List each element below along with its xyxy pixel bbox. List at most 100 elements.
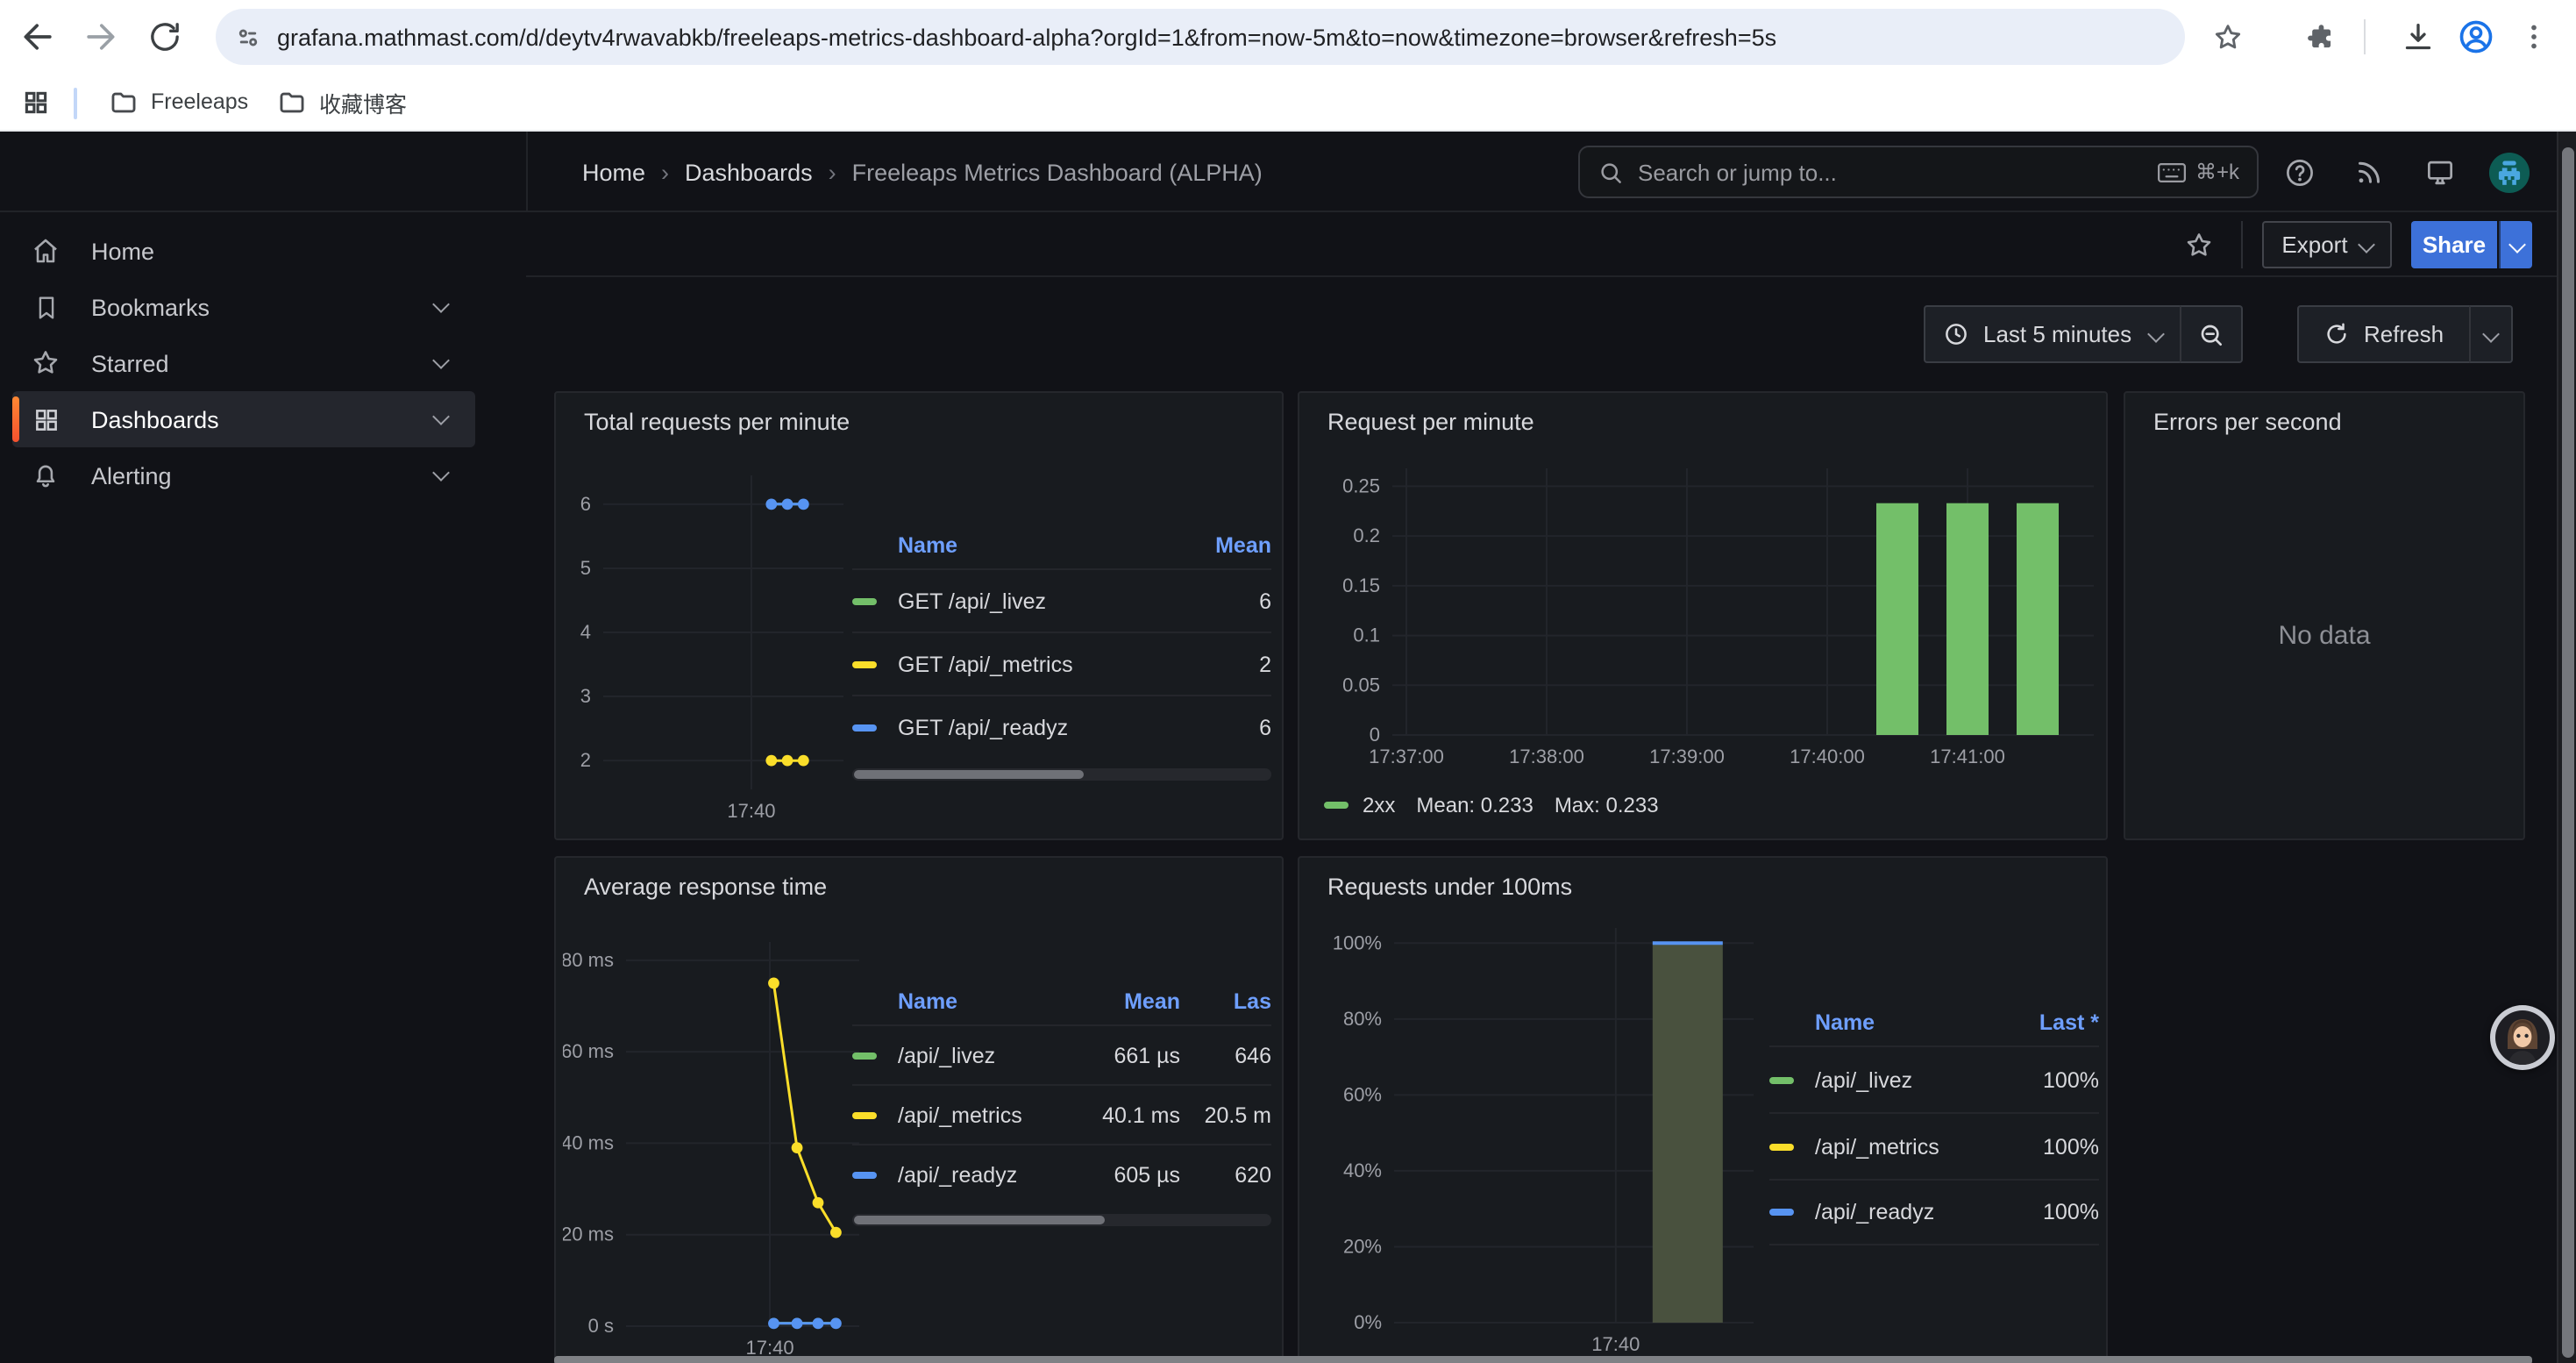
chevron-down-icon[interactable] — [432, 351, 450, 368]
legend-table: Name Mean Las /api/_livez 661 µs 646 /ap… — [852, 979, 1271, 1203]
column-mean[interactable]: Mean — [1173, 533, 1271, 558]
news-rss-icon[interactable] — [2348, 151, 2390, 193]
reload-icon[interactable] — [135, 7, 195, 67]
help-icon[interactable] — [2278, 151, 2320, 193]
legend-row[interactable]: /api/_livez 661 µs 646 — [852, 1024, 1271, 1084]
sidebar-item-starred[interactable]: Starred — [12, 335, 475, 391]
legend-row[interactable]: /api/_readyz 100% — [1769, 1179, 2099, 1245]
svg-text:6: 6 — [580, 493, 591, 515]
series-mean: 605 µs — [1075, 1162, 1180, 1187]
column-last[interactable]: Last * — [2004, 1010, 2099, 1035]
address-bar[interactable]: grafana.mathmast.com/d/deytv4rwavabkb/fr… — [216, 9, 2185, 65]
legend[interactable]: 2xx Mean: 0.233 Max: 0.233 — [1324, 793, 1659, 817]
dashboards-grid-icon — [30, 403, 61, 435]
floating-assistant-avatar[interactable] — [2490, 1005, 2555, 1070]
chevron-down-icon — [2146, 325, 2164, 343]
chevron-down-icon[interactable] — [432, 295, 450, 312]
legend-scrollbar[interactable] — [852, 1214, 1271, 1226]
share-menu-button[interactable] — [2499, 221, 2532, 268]
legend-row[interactable]: GET /api/_metrics 2 — [852, 632, 1271, 695]
breadcrumb-home[interactable]: Home — [582, 159, 645, 185]
column-name[interactable]: Name — [1815, 1010, 2004, 1035]
star-icon — [30, 347, 61, 379]
breadcrumb-dashboards[interactable]: Dashboards — [685, 159, 813, 185]
column-name[interactable]: Name — [898, 533, 1173, 558]
sidebar-item-bookmarks[interactable]: Bookmarks — [12, 279, 475, 335]
svg-text:17:37:00: 17:37:00 — [1369, 746, 1444, 767]
time-range-picker[interactable]: Last 5 minutes — [1924, 305, 2179, 363]
series-pill — [852, 597, 877, 604]
series-pill — [1769, 1209, 1794, 1216]
panel-title[interactable]: Requests under 100ms — [1327, 874, 1572, 900]
panel-title[interactable]: Average response time — [584, 874, 827, 900]
share-button[interactable]: Share — [2411, 221, 2497, 268]
url-text[interactable]: grafana.mathmast.com/d/deytv4rwavabkb/fr… — [277, 24, 1776, 50]
legend-row[interactable]: GET /api/_livez 6 — [852, 568, 1271, 632]
svg-text:17:39:00: 17:39:00 — [1649, 746, 1725, 767]
series-name: /api/_readyz — [898, 1162, 1075, 1187]
column-name[interactable]: Name — [898, 989, 1075, 1014]
refresh-interval-button[interactable] — [2468, 305, 2512, 363]
monitor-icon[interactable] — [2418, 151, 2460, 193]
svg-text:3: 3 — [580, 685, 591, 707]
panel-title[interactable]: Total requests per minute — [584, 409, 850, 435]
legend-row[interactable]: /api/_readyz 605 µs 620 — [852, 1144, 1271, 1203]
sidebar-item-home[interactable]: Home — [12, 223, 475, 279]
column-last[interactable]: Las — [1180, 989, 1271, 1014]
back-icon[interactable] — [9, 7, 68, 67]
zoom-out-button[interactable] — [2179, 305, 2242, 363]
folder-icon — [109, 87, 139, 117]
sidebar-item-alerting[interactable]: Alerting — [12, 447, 475, 503]
download-icon[interactable] — [2388, 7, 2448, 67]
bell-icon — [30, 460, 61, 491]
scrollbar-thumb[interactable] — [2561, 147, 2574, 1358]
dashboard-actions-bar: Export Share — [526, 212, 2576, 277]
bookmark-star-icon[interactable] — [2197, 7, 2257, 67]
bookmark-icon — [30, 291, 61, 323]
series-pill — [852, 724, 877, 731]
series-name: /api/_readyz — [1815, 1200, 2004, 1224]
bookmarks-divider — [74, 88, 77, 119]
user-avatar[interactable] — [2488, 151, 2530, 193]
apps-grid-icon[interactable] — [7, 74, 65, 132]
refresh-controls: Refresh — [2297, 305, 2512, 363]
svg-text:0.2: 0.2 — [1353, 525, 1380, 546]
site-settings-icon[interactable] — [233, 22, 263, 52]
favorite-star-icon[interactable] — [2183, 230, 2215, 261]
bookmark-folder-blogs[interactable]: 收藏博客 — [263, 79, 421, 125]
search-shortcut: ⌘+k — [2157, 160, 2239, 184]
keyboard-icon — [2157, 161, 2187, 183]
chevron-down-icon[interactable] — [432, 463, 450, 481]
sidebar-item-dashboards[interactable]: Dashboards — [12, 391, 475, 447]
column-mean[interactable]: Mean — [1075, 989, 1180, 1014]
series-pill — [852, 660, 877, 667]
forward-icon[interactable] — [70, 7, 130, 67]
svg-text:17:38:00: 17:38:00 — [1509, 746, 1584, 767]
series-last: 646 — [1180, 1043, 1271, 1067]
legend-row[interactable]: /api/_metrics 100% — [1769, 1112, 2099, 1179]
series-name: /api/_livez — [898, 1043, 1075, 1067]
panel-title[interactable]: Request per minute — [1327, 409, 1534, 435]
export-button[interactable]: Export — [2262, 221, 2392, 268]
refresh-button[interactable]: Refresh — [2297, 305, 2468, 363]
browser-menu-icon[interactable] — [2504, 7, 2564, 67]
legend-row[interactable]: GET /api/_readyz 6 — [852, 695, 1271, 758]
series-mean: 40.1 ms — [1075, 1103, 1180, 1127]
page-scrollbar[interactable] — [2557, 132, 2576, 1363]
legend-row[interactable]: /api/_metrics 40.1 ms 20.5 m — [852, 1084, 1271, 1144]
legend-scrollbar[interactable] — [852, 768, 1271, 781]
dashboard-horizontal-scrollbar[interactable] — [554, 1356, 2532, 1363]
extensions-icon[interactable] — [2290, 7, 2350, 67]
legend-row[interactable]: /api/_livez 100% — [1769, 1045, 2099, 1112]
series-pill — [1769, 1143, 1794, 1150]
chevron-down-icon[interactable] — [432, 407, 450, 425]
panel-title[interactable]: Errors per second — [2153, 409, 2342, 435]
active-indicator — [12, 396, 19, 442]
series-last: 620 — [1180, 1162, 1271, 1187]
browser-toolbar: grafana.mathmast.com/d/deytv4rwavabkb/fr… — [0, 0, 2576, 74]
svg-text:80%: 80% — [1343, 1008, 1382, 1030]
search-input[interactable]: Search or jump to... ⌘+k — [1578, 146, 2259, 198]
profile-icon[interactable] — [2446, 7, 2506, 67]
panel-errors-per-second: Errors per second No data — [2124, 391, 2525, 840]
bookmark-folder-freeleaps[interactable]: Freeleaps — [95, 79, 262, 125]
